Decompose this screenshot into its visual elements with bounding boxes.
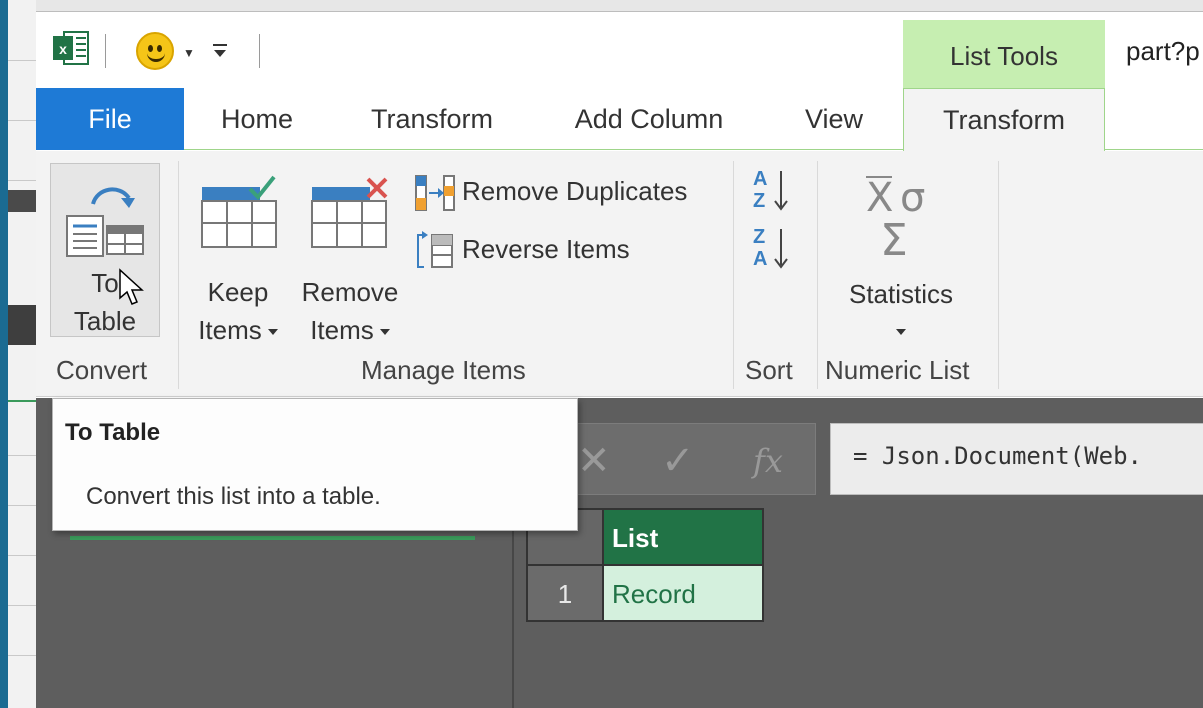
remove-items-label-text: Items — [310, 315, 374, 345]
to-table-icon — [66, 187, 144, 257]
svg-text:Z: Z — [753, 190, 765, 212]
to-table-button[interactable]: To Table — [50, 163, 160, 337]
formula-bar[interactable]: = Json.Document(Web. — [830, 423, 1203, 495]
keep-items-label-line1: Keep — [207, 277, 269, 307]
row-number: 1 — [526, 564, 604, 622]
queries-pane-selection — [70, 536, 475, 540]
formula-buttons: ✕ ✓ fx — [576, 423, 816, 495]
tab-transform[interactable]: Transform — [356, 88, 508, 150]
keep-items-label-line2: Items — [192, 311, 284, 349]
send-smile-icon[interactable] — [136, 32, 174, 70]
tab-list-transform[interactable]: Transform — [903, 88, 1105, 151]
reverse-items-label: Reverse Items — [462, 234, 630, 264]
qat-separator — [259, 34, 260, 68]
statistics-button[interactable]: X σ Σ Statistics — [836, 167, 966, 343]
document-title: part?p — [1126, 36, 1200, 66]
reverse-items-icon — [417, 231, 453, 269]
fx-icon[interactable]: fx — [753, 442, 783, 480]
remove-items-button[interactable]: Remove Items — [298, 169, 402, 345]
tab-home[interactable]: Home — [206, 88, 308, 150]
mouse-cursor-icon — [119, 268, 144, 305]
group-separator — [178, 161, 179, 389]
sort-ascending-button[interactable]: A Z — [744, 165, 798, 217]
svg-text:A: A — [753, 248, 767, 270]
tooltip-body: Convert this list into a table. — [86, 483, 381, 510]
background-excel-ribbon — [36, 0, 1203, 12]
formula-text[interactable]: = Json.Document(Web. — [853, 442, 1142, 470]
background-excel-sheet — [0, 0, 36, 708]
column-header-list[interactable]: List — [602, 508, 764, 566]
cell-record[interactable]: Record — [602, 564, 764, 622]
customize-qat-icon[interactable] — [213, 42, 227, 58]
reverse-items-button[interactable]: Reverse Items — [414, 229, 630, 269]
sort-ascending-icon: A Z — [753, 168, 788, 212]
keep-items-icon — [201, 175, 277, 248]
list-tools-context-header: List Tools — [903, 20, 1105, 88]
excel-logo-icon: x — [53, 31, 89, 65]
tooltip-title: To Table — [65, 419, 161, 446]
svg-text:Z: Z — [753, 226, 765, 248]
ribbon: To Table Convert Keep Items Remove Items… — [36, 151, 1203, 397]
remove-duplicates-icon — [415, 175, 455, 212]
statistics-label: Statistics — [848, 279, 954, 309]
tab-view[interactable]: View — [788, 88, 880, 150]
sort-descending-icon: Z A — [753, 226, 788, 270]
keep-items-label-text: Items — [198, 315, 262, 345]
group-separator — [817, 161, 818, 389]
tab-file[interactable]: File — [36, 88, 184, 150]
svg-text:Σ: Σ — [880, 215, 908, 266]
statistics-icon: X σ Σ — [866, 175, 925, 266]
sort-descending-button[interactable]: Z A — [744, 223, 798, 275]
group-label-sort: Sort — [745, 355, 793, 385]
tab-add-column[interactable]: Add Column — [556, 88, 742, 150]
svg-text:A: A — [753, 168, 767, 190]
group-label-numeric-list: Numeric List — [825, 355, 970, 385]
accept-formula-icon[interactable]: ✓ — [661, 438, 695, 484]
smile-dropdown-caret[interactable]: ▼ — [183, 46, 195, 60]
remove-items-icon — [311, 177, 388, 248]
group-separator — [998, 161, 999, 389]
to-table-tooltip: To Table Convert this list into a table. — [52, 398, 578, 531]
chevron-down-icon — [379, 329, 390, 336]
remove-items-label-line2: Items — [298, 311, 402, 349]
group-label-manage-items: Manage Items — [361, 355, 526, 385]
statistics-dropdown — [836, 311, 966, 349]
qat-separator — [105, 34, 106, 68]
group-label-convert: Convert — [56, 355, 148, 385]
ribbon-tabs: File Home Transform Add Column View Tran… — [36, 88, 1203, 151]
cancel-formula-icon[interactable]: ✕ — [577, 438, 611, 484]
chevron-down-icon — [896, 329, 906, 336]
title-bar: x ▼ List Tools part?p — [36, 12, 1203, 88]
chevron-down-icon — [267, 329, 278, 336]
keep-items-button[interactable]: Keep Items — [192, 169, 284, 345]
remove-duplicates-button[interactable]: Remove Duplicates — [414, 171, 688, 212]
group-separator — [733, 161, 734, 389]
svg-text:x: x — [59, 41, 67, 57]
remove-items-label-line1: Remove — [301, 277, 399, 307]
remove-duplicates-label: Remove Duplicates — [462, 176, 688, 206]
power-query-window: x ▼ List Tools part?p File Home Transfor… — [36, 12, 1203, 708]
